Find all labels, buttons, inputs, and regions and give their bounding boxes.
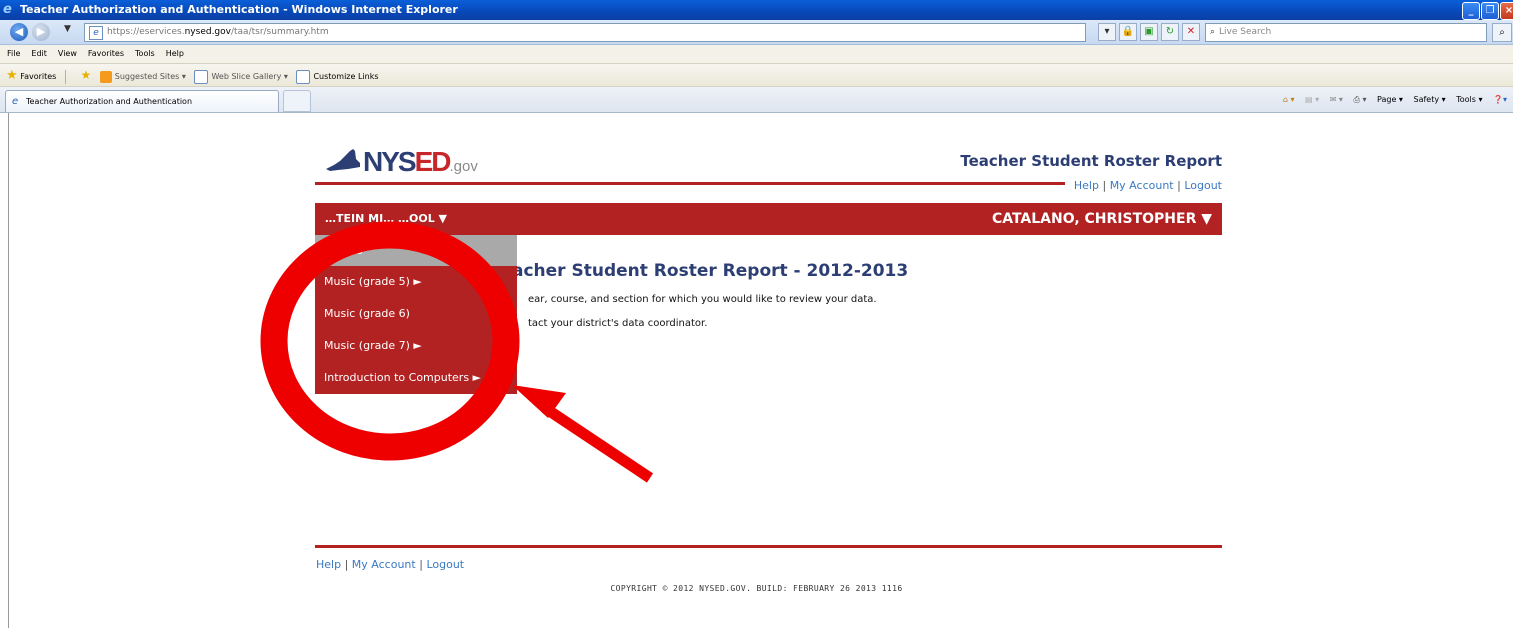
search-placeholder: Live Search xyxy=(1219,27,1272,37)
course-item-music-grade-5[interactable]: Music (grade 5) ► xyxy=(315,266,517,297)
menu-file[interactable]: File xyxy=(7,45,20,63)
stop-icon[interactable]: ✕ xyxy=(1182,23,1200,41)
footer-links: Help | My Account | Logout xyxy=(316,558,465,571)
footer-help-link[interactable]: Help xyxy=(316,558,341,571)
tools-menu[interactable]: Tools ▾ xyxy=(1456,90,1482,110)
star-icon: ★ xyxy=(6,68,18,83)
search-go-icon[interactable]: ⌕ xyxy=(1492,23,1512,42)
customize-links-link[interactable]: Customize Links xyxy=(296,66,379,88)
page-menu[interactable]: Page ▾ xyxy=(1377,90,1403,110)
course-item-chorus[interactable]: Chorus xyxy=(315,235,517,266)
app-title: Teacher Student Roster Report xyxy=(960,152,1222,170)
ie-page-icon: e xyxy=(12,96,19,107)
logout-link[interactable]: Logout xyxy=(1184,179,1222,192)
header-links: Help | My Account | Logout xyxy=(1073,179,1222,192)
page-title: acher Student Roster Report - 2012-2013 xyxy=(512,261,909,281)
maximize-icon[interactable]: ❐ xyxy=(1481,2,1499,20)
print-icon[interactable]: ⎙ ▾ xyxy=(1354,90,1367,110)
menu-bar: File Edit View Favorites Tools Help xyxy=(0,45,1513,64)
course-item-music-grade-7[interactable]: Music (grade 7) ► xyxy=(315,330,517,361)
url-prefix: https://eservices. xyxy=(107,27,185,37)
teacher-selector[interactable]: CATALANO, CHRISTOPHER ▼ xyxy=(992,203,1212,235)
copyright: COPYRIGHT © 2012 NYSED.GOV. BUILD: FEBRU… xyxy=(610,584,903,593)
lock-icon[interactable]: 🔒 xyxy=(1119,23,1137,41)
course-item-intro-computers[interactable]: Introduction to Computers ► xyxy=(315,362,517,393)
menu-tools[interactable]: Tools xyxy=(135,45,155,63)
page-icon: e xyxy=(89,26,103,40)
dropdown-icon[interactable]: ▾ xyxy=(1098,23,1116,41)
ie-logo-icon: e xyxy=(3,2,12,17)
help-icon[interactable]: ❓▾ xyxy=(1493,90,1507,110)
tab-label: Teacher Authorization and Authentication xyxy=(26,97,193,106)
close-icon[interactable]: × xyxy=(1500,2,1513,20)
customize-links-label: Customize Links xyxy=(313,72,379,81)
tab-teacher-authorization[interactable]: e Teacher Authorization and Authenticatio… xyxy=(5,90,279,112)
feeds-icon[interactable]: ▤ ▾ xyxy=(1305,90,1319,110)
command-bar: ⌂ ▾ ▤ ▾ ✉ ▾ ⎙ ▾ Page ▾ Safety ▾ Tools ▾ … xyxy=(1275,90,1507,110)
school-selector[interactable]: …TEIN MI… …OOL ▼ xyxy=(325,203,447,235)
suggested-sites-icon xyxy=(99,70,112,83)
customize-links-icon xyxy=(296,69,311,84)
url-host: nysed.gov xyxy=(184,27,231,37)
forward-icon[interactable]: ▶ xyxy=(32,23,50,41)
address-field[interactable]: e https://eservices.nysed.gov/taa/tsr/sum… xyxy=(84,23,1086,42)
search-icon: ⌕ xyxy=(1210,27,1216,37)
favorites-button[interactable]: ★ Favorites xyxy=(6,65,56,88)
tab-bar: e Teacher Authorization and Authenticatio… xyxy=(0,87,1513,113)
web-slice-icon xyxy=(194,69,209,84)
web-slice-label: Web Slice Gallery ▾ xyxy=(211,72,288,81)
footer-divider xyxy=(315,545,1222,548)
menu-help[interactable]: Help xyxy=(166,45,184,63)
instructions-line-1: ear, course, and section for which you w… xyxy=(528,294,877,305)
logo-gov: .gov xyxy=(449,158,478,175)
help-link[interactable]: Help xyxy=(1074,179,1099,192)
course-item-music-grade-6[interactable]: Music (grade 6) xyxy=(315,298,517,329)
course-dropdown-menu: Chorus Music (grade 5) ► Music (grade 6)… xyxy=(315,235,517,394)
window-title: Teacher Authorization and Authentication… xyxy=(20,3,458,16)
context-nav-bar: …TEIN MI… …OOL ▼ CATALANO, CHRISTOPHER ▼ xyxy=(315,203,1222,235)
instructions-line-2: tact your district's data coordinator. xyxy=(528,318,708,329)
logo-nys: NYS xyxy=(363,146,417,177)
logo-text: NYSED.gov xyxy=(363,147,478,182)
add-favorites-icon[interactable]: ★ xyxy=(80,64,91,86)
new-tab-button[interactable] xyxy=(283,90,311,112)
back-icon[interactable]: ◀ xyxy=(10,23,28,41)
header-divider xyxy=(315,182,1065,185)
history-dropdown-icon[interactable]: ▼ xyxy=(64,24,71,34)
menu-favorites[interactable]: Favorites xyxy=(88,45,124,63)
compatibility-icon[interactable]: ▣ xyxy=(1140,23,1158,41)
home-icon[interactable]: ⌂ ▾ xyxy=(1283,90,1295,110)
footer-logout-link[interactable]: Logout xyxy=(426,558,464,571)
mail-icon[interactable]: ✉ ▾ xyxy=(1330,90,1343,110)
favorites-bar: ★ Favorites ★ Suggested Sites ▾ Web Slic… xyxy=(0,64,1513,87)
suggested-sites-label: Suggested Sites ▾ xyxy=(114,72,186,81)
window-title-bar: e Teacher Authorization and Authenticati… xyxy=(0,0,1513,20)
web-slice-gallery-link[interactable]: Web Slice Gallery ▾ xyxy=(194,66,288,88)
menu-edit[interactable]: Edit xyxy=(31,45,47,63)
address-tools: ▾ 🔒 ▣ ↻ ✕ xyxy=(1098,23,1203,41)
search-input[interactable]: ⌕ Live Search xyxy=(1205,23,1487,42)
page-content: NYSED.gov Teacher Student Roster Report … xyxy=(0,113,1513,628)
divider xyxy=(64,69,66,84)
favorites-label: Favorites xyxy=(20,72,57,81)
my-account-link[interactable]: My Account xyxy=(1110,179,1174,192)
frame-border xyxy=(8,113,9,628)
refresh-icon[interactable]: ↻ xyxy=(1161,23,1179,41)
url-path: /taa/tsr/summary.htm xyxy=(230,27,329,37)
safety-menu[interactable]: Safety ▾ xyxy=(1414,90,1446,110)
footer-my-account-link[interactable]: My Account xyxy=(352,558,416,571)
minimize-icon[interactable]: _ xyxy=(1462,2,1480,20)
address-toolbar: ◀ ▶ ▼ e https://eservices.nysed.gov/taa/t… xyxy=(0,20,1513,45)
menu-view[interactable]: View xyxy=(58,45,77,63)
new-york-state-icon xyxy=(326,149,360,171)
suggested-sites-link[interactable]: Suggested Sites ▾ xyxy=(99,66,186,88)
logo-ed: ED xyxy=(414,146,452,177)
